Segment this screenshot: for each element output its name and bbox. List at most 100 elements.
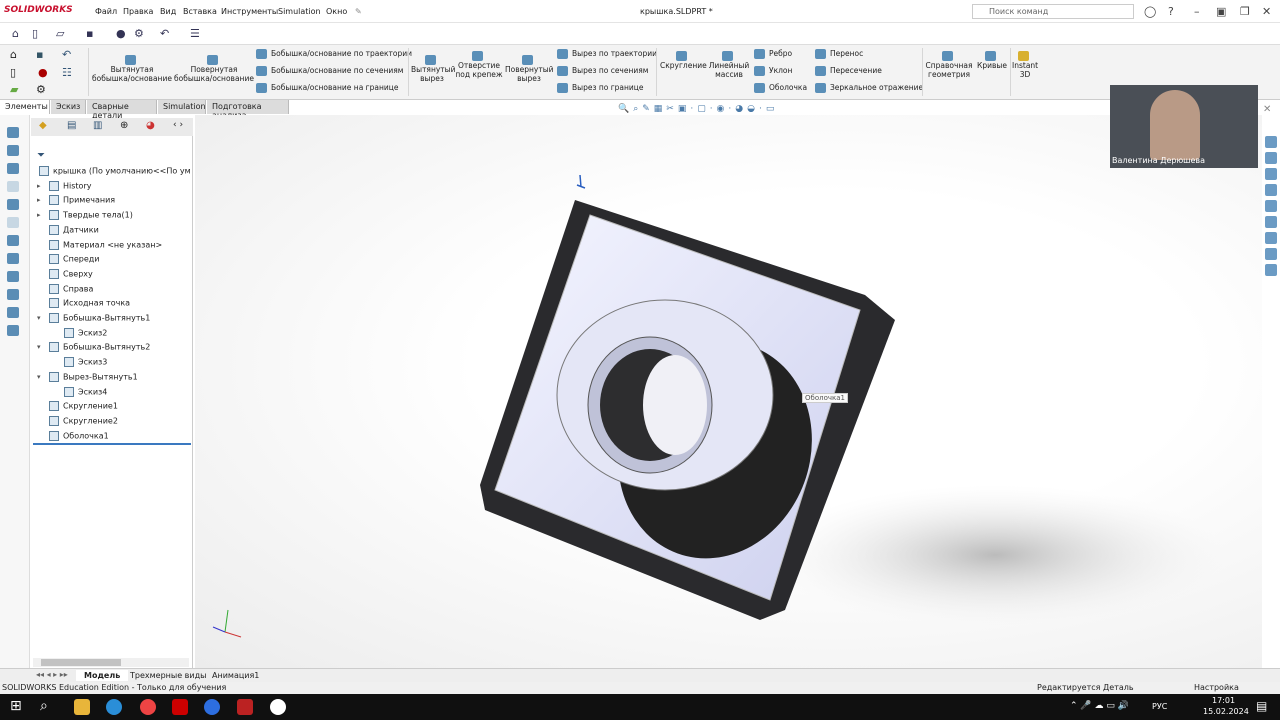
- feature-icon[interactable]: [7, 181, 19, 192]
- tree-node[interactable]: Эскиз2: [64, 327, 107, 343]
- close-icon[interactable]: ✕: [1262, 5, 1271, 18]
- extrude-boss-button[interactable]: Вытянутая бобышка/основание: [92, 55, 172, 83]
- shell-icon[interactable]: [7, 271, 19, 282]
- open-icon[interactable]: ▰: [10, 83, 18, 96]
- 3d-sketch-icon[interactable]: [7, 127, 19, 138]
- tray-icons[interactable]: ⌃ 🎤 ☁ ▭ 🔊: [1070, 701, 1129, 711]
- design-library-icon[interactable]: [1265, 168, 1277, 180]
- tab-animation[interactable]: Анимация1: [204, 670, 267, 681]
- tab-sketch[interactable]: Эскиз: [51, 100, 86, 114]
- traffic-light-icon[interactable]: ●: [38, 66, 48, 79]
- tree-node[interactable]: ▾ Бобышка-Вытянуть1: [37, 313, 150, 328]
- chrome-icon[interactable]: [140, 699, 156, 715]
- tree-node[interactable]: Эскиз4: [64, 386, 107, 402]
- wrap-button[interactable]: Перенос: [815, 49, 863, 59]
- tree-node[interactable]: ▸ Твердые тела(1): [37, 210, 133, 225]
- file-explorer-icon[interactable]: [74, 699, 90, 715]
- save-icon[interactable]: ▪: [36, 48, 43, 61]
- properties-icon[interactable]: ☷: [62, 66, 72, 79]
- feature-icon[interactable]: [7, 163, 19, 174]
- language-indicator[interactable]: РУС: [1152, 702, 1167, 711]
- home-icon[interactable]: [1265, 152, 1277, 164]
- windows-start-icon[interactable]: ⊞: [10, 698, 22, 714]
- help-icon[interactable]: ?: [1168, 5, 1174, 18]
- feature-icon[interactable]: [7, 217, 19, 228]
- undo-icon[interactable]: ↶: [160, 27, 169, 40]
- sweep-boss-button[interactable]: Бобышка/основание по траектории: [256, 49, 412, 59]
- undo-icon[interactable]: ↶: [62, 48, 71, 61]
- clock-time[interactable]: 17:01: [1212, 696, 1235, 705]
- sweep-cut-button[interactable]: Вырез по траектории: [557, 49, 657, 59]
- search-icon[interactable]: ⌕: [40, 698, 48, 714]
- ref-geometry-icon[interactable]: [7, 325, 19, 336]
- expand-arrow-icon[interactable]: ▸: [37, 211, 41, 219]
- feature-icon[interactable]: [7, 145, 19, 156]
- menu-tools[interactable]: Инструменты: [221, 7, 278, 16]
- hole-wizard-button[interactable]: Отверстие под крепеж: [455, 51, 503, 79]
- tree-node[interactable]: ▾ Вырез-Вытянуть1: [37, 371, 138, 387]
- rebuild-icon[interactable]: ●: [116, 27, 126, 40]
- zoom-icon[interactable]: [204, 699, 220, 715]
- tab-simulation[interactable]: Simulation: [158, 100, 206, 114]
- solidworks-taskbar-icon[interactable]: [237, 699, 253, 715]
- tab-nav-arrows[interactable]: ◂◂ ◂ ▸ ▸▸: [36, 670, 68, 679]
- part-model-crышка[interactable]: [195, 115, 1262, 668]
- tab-weldments[interactable]: Сварные детали: [87, 100, 157, 120]
- settings-icon[interactable]: ⚙: [36, 83, 46, 96]
- tree-node[interactable]: Спереди: [49, 254, 99, 269]
- edge-icon[interactable]: [106, 699, 122, 715]
- custom-properties-icon[interactable]: [1265, 232, 1277, 244]
- expand-arrow-icon[interactable]: ▸: [37, 182, 41, 190]
- linear-pattern-button[interactable]: Линейный массив: [708, 51, 750, 79]
- help-pane-icon[interactable]: [1265, 264, 1277, 276]
- revolve-boss-button[interactable]: Повернутая бобышка/основание: [174, 55, 254, 83]
- clock-date[interactable]: 15.02.2024: [1203, 707, 1249, 716]
- scrollbar-thumb[interactable]: [41, 659, 121, 666]
- dimxpert-tab-icon[interactable]: ⊕: [120, 120, 128, 131]
- boundary-boss-button[interactable]: Бобышка/основание на границе: [256, 83, 398, 93]
- rollback-bar[interactable]: [33, 443, 191, 445]
- new-doc-icon[interactable]: ▯: [10, 66, 16, 79]
- pin-icon[interactable]: ✎: [355, 7, 362, 16]
- property-manager-tab-icon[interactable]: ▤: [67, 120, 76, 131]
- feature-icon[interactable]: [7, 199, 19, 210]
- rib-button[interactable]: Ребро: [754, 49, 792, 59]
- loft-boss-button[interactable]: Бобышка/основание по сечениям: [256, 66, 403, 76]
- tree-node[interactable]: Сверху: [49, 268, 93, 284]
- rib-icon[interactable]: [7, 235, 19, 246]
- tab-scroll-arrows[interactable]: ‹ ›: [173, 120, 183, 130]
- revolve-cut-button[interactable]: Повернутый вырез: [505, 55, 554, 83]
- tree-node[interactable]: крышка (По умолчанию<<По ум: [39, 166, 191, 181]
- configuration-manager-tab-icon[interactable]: ▥: [93, 120, 102, 131]
- notifications-icon[interactable]: ▤: [1256, 699, 1267, 713]
- new-icon[interactable]: ▯: [32, 27, 38, 40]
- tab-analysis-prep[interactable]: Подготовка анализа: [207, 100, 289, 120]
- tree-node[interactable]: Скругление2: [49, 415, 118, 431]
- filter-icon[interactable]: ⏷: [37, 150, 45, 161]
- boundary-cut-button[interactable]: Вырез по границе: [557, 83, 643, 93]
- tab-features[interactable]: Элементы: [0, 100, 50, 114]
- fillet-button[interactable]: Скругление: [660, 51, 707, 70]
- expand-arrow-icon[interactable]: ▾: [37, 343, 41, 351]
- media-player-icon[interactable]: [270, 699, 286, 715]
- expand-arrow-icon[interactable]: ▾: [37, 373, 41, 381]
- window-icon[interactable]: ❐: [1240, 5, 1250, 18]
- instant3d-button[interactable]: Instant 3D: [1012, 51, 1038, 79]
- feature-manager-tab-icon[interactable]: ◆: [39, 120, 47, 131]
- minimize-icon[interactable]: –: [1194, 5, 1200, 18]
- tree-node[interactable]: Датчики: [49, 224, 99, 240]
- mirror-button[interactable]: Зеркальное отражение: [815, 83, 923, 93]
- tree-node[interactable]: Исходная точка: [49, 298, 130, 313]
- tree-node[interactable]: ▾ Бобышка-Вытянуть2: [37, 342, 150, 357]
- menu-simulation[interactable]: Simulation: [278, 7, 321, 16]
- loft-cut-button[interactable]: Вырез по сечениям: [557, 66, 648, 76]
- curves-button[interactable]: Кривые: [975, 51, 1009, 70]
- options-icon[interactable]: ⚙: [134, 27, 144, 40]
- tree-node[interactable]: ▸ Примечания: [37, 195, 115, 210]
- tab-model[interactable]: Модель: [76, 670, 129, 681]
- expand-arrow-icon[interactable]: ▸: [37, 196, 41, 204]
- restore-icon[interactable]: ▣: [1216, 5, 1226, 18]
- acrobat-icon[interactable]: [172, 699, 188, 715]
- reference-geometry-button[interactable]: Справочная геометрия: [925, 51, 973, 79]
- graphics-viewport[interactable]: Оболочка1: [195, 115, 1262, 668]
